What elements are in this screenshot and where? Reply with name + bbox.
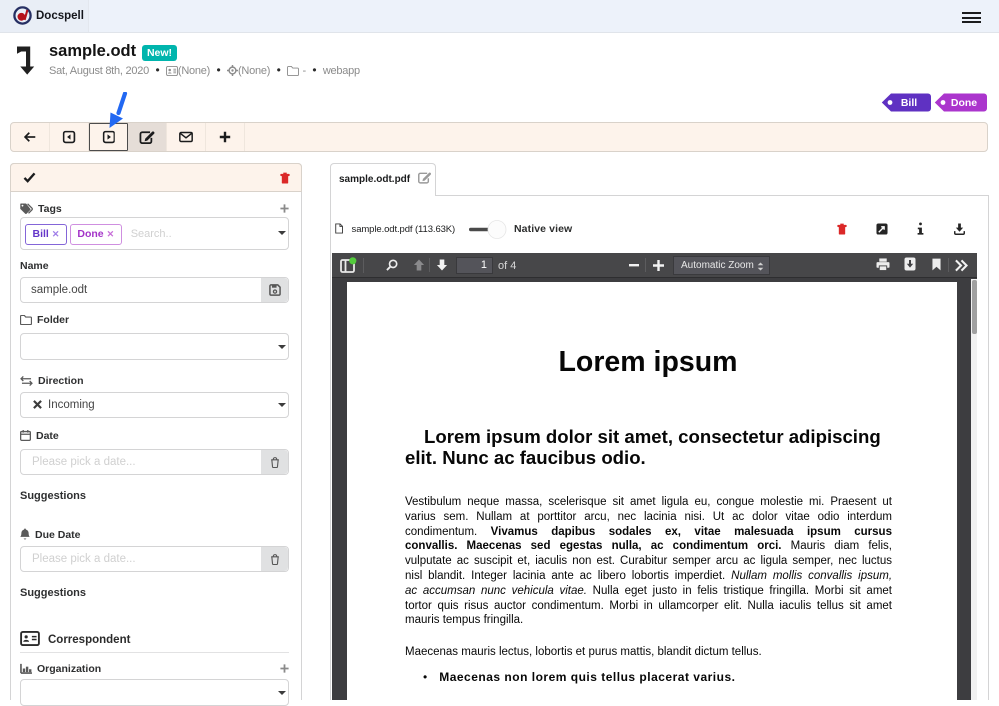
svg-text:Done: Done: [951, 97, 977, 109]
svg-text:Bill: Bill: [901, 97, 917, 109]
